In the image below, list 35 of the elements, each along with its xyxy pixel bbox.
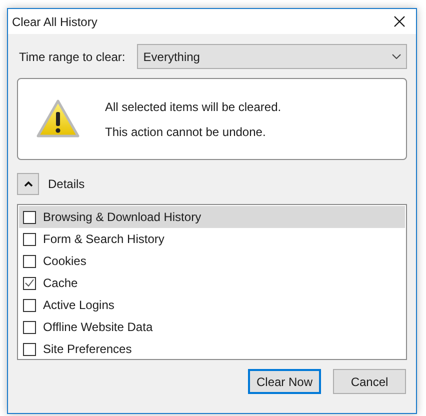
dialog-button[interactable]: Clear Now xyxy=(248,369,321,394)
checkbox[interactable] xyxy=(23,210,36,224)
warning-icon xyxy=(36,99,80,139)
history-item-label: Cookies xyxy=(43,253,86,270)
history-item-label: Form & Search History xyxy=(43,231,164,248)
checkbox[interactable] xyxy=(23,342,36,356)
history-list-item[interactable]: Browsing & Download History xyxy=(19,206,405,228)
warning-text: This action cannot be undone. xyxy=(105,124,267,140)
caret-up-icon xyxy=(24,181,32,187)
history-item-label: Browsing & Download History xyxy=(43,209,202,226)
window-title: Clear All History xyxy=(12,14,98,30)
history-list-item[interactable]: Offline Website Data xyxy=(19,316,405,338)
history-item-label: Site Preferences xyxy=(43,341,132,358)
checkmark-icon xyxy=(25,279,34,287)
checkbox[interactable] xyxy=(23,254,36,268)
history-list-item[interactable]: Active Logins xyxy=(19,294,405,316)
history-list-item[interactable]: Form & Search History xyxy=(19,228,405,250)
history-item-label: Active Logins xyxy=(43,297,114,314)
close-icon xyxy=(394,16,404,27)
time-range-label: Time range to clear: xyxy=(19,48,126,66)
checkbox[interactable] xyxy=(23,276,36,290)
checkbox[interactable] xyxy=(23,320,36,334)
checkbox[interactable] xyxy=(23,298,36,312)
history-list-item[interactable]: Site Preferences xyxy=(19,338,405,360)
history-list-item[interactable]: Cookies xyxy=(19,250,405,272)
details-label: Details xyxy=(48,176,85,193)
history-item-label: Offline Website Data xyxy=(43,319,153,336)
warning-text: All selected items will be cleared. xyxy=(105,98,282,116)
chevron-down-icon xyxy=(392,54,401,59)
details-toggle[interactable] xyxy=(17,173,39,195)
history-item-label: Cache xyxy=(43,275,78,292)
history-list-item[interactable]: Cache xyxy=(19,272,405,294)
time-range-dropdown[interactable]: Everything xyxy=(137,44,407,69)
dialog-button[interactable]: Cancel xyxy=(333,369,406,394)
checkbox[interactable] xyxy=(23,232,36,246)
